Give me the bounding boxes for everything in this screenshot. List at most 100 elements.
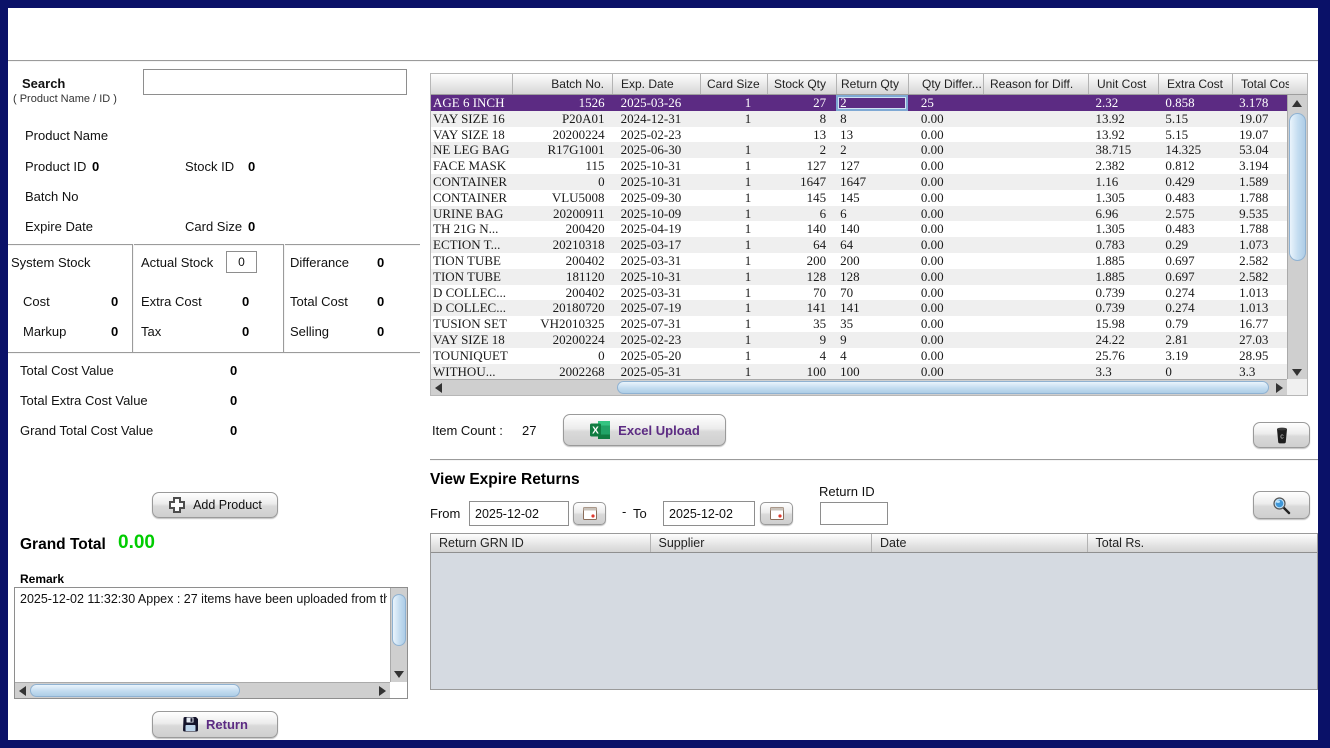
table-cell[interactable]: 13	[767, 127, 836, 143]
actual-stock-input[interactable]	[226, 251, 257, 273]
table-cell[interactable]: 2.575	[1157, 206, 1231, 222]
remark-horizontal-scrollbar[interactable]	[15, 682, 390, 698]
table-cell[interactable]: 2025-10-09	[613, 206, 701, 222]
table-row[interactable]: AGE 6 INCH15262025-03-261272252.320.8583…	[431, 95, 1287, 111]
table-cell[interactable]: 28.95	[1231, 348, 1287, 364]
table-cell[interactable]: 200	[836, 253, 908, 269]
table-cell[interactable]	[983, 300, 1088, 316]
table-cell[interactable]: 100	[836, 364, 908, 380]
return-button[interactable]: Return	[152, 711, 278, 738]
table-cell[interactable]: 1.788	[1231, 221, 1287, 237]
table-cell[interactable]: VAY SIZE 18	[431, 332, 513, 348]
table-cell[interactable]: 1647	[836, 174, 908, 190]
table-cell[interactable]: 1.885	[1087, 269, 1157, 285]
table-cell[interactable]: 2025-04-19	[613, 221, 701, 237]
table-cell[interactable]: 19.07	[1231, 111, 1287, 127]
table-cell[interactable]: 13.92	[1087, 111, 1157, 127]
table-cell[interactable]: 3.3	[1087, 364, 1157, 380]
table-cell[interactable]: 1.013	[1231, 285, 1287, 301]
table-cell[interactable]: 20200911	[513, 206, 613, 222]
scrollbar-thumb[interactable]	[30, 684, 240, 697]
table-row[interactable]: TOUNIQUET02025-05-201440.0025.763.1928.9…	[431, 348, 1287, 364]
table-cell[interactable]: 0	[513, 174, 613, 190]
column-header[interactable]: Supplier	[651, 534, 873, 552]
table-cell[interactable]: 13	[836, 127, 908, 143]
table-cell[interactable]: 2024-12-31	[613, 111, 701, 127]
table-cell[interactable]: 2025-03-31	[613, 285, 701, 301]
table-cell[interactable]: 200420	[513, 221, 613, 237]
table-cell[interactable]	[983, 316, 1088, 332]
table-cell[interactable]: 200402	[513, 285, 613, 301]
table-cell[interactable]: 25.76	[1087, 348, 1157, 364]
table-cell[interactable]: 0.00	[908, 142, 983, 158]
table-cell[interactable]: 70	[836, 285, 908, 301]
column-header[interactable]: Return GRN ID	[431, 534, 651, 552]
table-cell[interactable]: 0.429	[1157, 174, 1231, 190]
table-cell[interactable]: URINE BAG	[431, 206, 513, 222]
table-cell[interactable]: 0.00	[908, 253, 983, 269]
table-cell[interactable]: 2025-02-23	[613, 332, 701, 348]
clear-button[interactable]: c	[1253, 422, 1310, 448]
table-cell[interactable]: 1	[700, 269, 767, 285]
table-cell[interactable]: 1.305	[1087, 221, 1157, 237]
table-cell[interactable]: AGE 6 INCH	[431, 95, 513, 111]
table-cell[interactable]: 1.16	[1087, 174, 1157, 190]
table-cell[interactable]: 0.00	[908, 158, 983, 174]
table-cell[interactable]	[983, 127, 1088, 143]
table-cell[interactable]: 9.535	[1231, 206, 1287, 222]
table-cell[interactable]: 6.96	[1087, 206, 1157, 222]
table-cell[interactable]: 4	[836, 348, 908, 364]
column-header[interactable]: Exp. Date	[613, 74, 701, 94]
table-cell[interactable]: 0	[513, 348, 613, 364]
table-row[interactable]: URINE BAG202009112025-10-091660.006.962.…	[431, 206, 1287, 222]
table-cell[interactable]: 15.98	[1087, 316, 1157, 332]
return-id-input[interactable]	[820, 502, 888, 525]
table-cell[interactable]: D COLLEC...	[431, 285, 513, 301]
table-cell[interactable]: ECTION T...	[431, 237, 513, 253]
table-cell[interactable]: 20180720	[513, 300, 613, 316]
table-cell[interactable]	[983, 348, 1088, 364]
table-cell[interactable]: 1	[700, 206, 767, 222]
scroll-left-icon[interactable]	[435, 383, 442, 393]
table-cell[interactable]: 2.382	[1087, 158, 1157, 174]
table-cell[interactable]: 35	[767, 316, 836, 332]
table-cell[interactable]: 2025-07-19	[613, 300, 701, 316]
column-header[interactable]: Total Rs.	[1088, 534, 1317, 552]
table-cell[interactable]: 24.22	[1087, 332, 1157, 348]
table-cell[interactable]: 200	[767, 253, 836, 269]
table-horizontal-scrollbar[interactable]	[431, 379, 1287, 395]
table-cell[interactable]: 3.194	[1231, 158, 1287, 174]
column-header[interactable]: Qty Differ...	[909, 74, 984, 94]
table-cell[interactable]: 0.697	[1157, 269, 1231, 285]
table-cell[interactable]: 0.29	[1157, 237, 1231, 253]
remark-box[interactable]: 2025-12-02 11:32:30 Appex : 27 items hav…	[14, 587, 408, 699]
table-cell[interactable]	[983, 332, 1088, 348]
table-cell[interactable]: 200402	[513, 253, 613, 269]
add-product-button[interactable]: Add Product	[152, 492, 278, 518]
table-cell[interactable]: R17G1001	[513, 142, 613, 158]
table-vertical-scrollbar[interactable]	[1287, 95, 1307, 381]
scroll-down-icon[interactable]	[394, 671, 404, 678]
table-cell[interactable]: 1.589	[1231, 174, 1287, 190]
table-cell[interactable]: 2.32	[1087, 95, 1157, 111]
table-cell[interactable]: 145	[836, 190, 908, 206]
table-cell[interactable]: 0.79	[1157, 316, 1231, 332]
table-cell[interactable]: 14.325	[1157, 142, 1231, 158]
table-cell[interactable]: 9	[836, 332, 908, 348]
table-cell[interactable]: 1	[700, 237, 767, 253]
table-cell[interactable]: 141	[767, 300, 836, 316]
table-cell[interactable]: 3.19	[1157, 348, 1231, 364]
table-cell[interactable]: 5.15	[1157, 127, 1231, 143]
table-cell[interactable]: 5.15	[1157, 111, 1231, 127]
table-cell[interactable]: 2	[836, 142, 908, 158]
table-cell[interactable]: FACE MASK	[431, 158, 513, 174]
table-cell[interactable]: 35	[836, 316, 908, 332]
table-row[interactable]: CONTAINER02025-10-311164716470.001.160.4…	[431, 174, 1287, 190]
table-cell[interactable]: 16.77	[1231, 316, 1287, 332]
table-cell[interactable]	[983, 142, 1088, 158]
from-calendar-button[interactable]	[573, 502, 606, 525]
table-row[interactable]: D COLLEC...201807202025-07-1911411410.00…	[431, 300, 1287, 316]
table-cell[interactable]: 2025-07-31	[613, 316, 701, 332]
table-cell[interactable]	[983, 221, 1088, 237]
table-cell[interactable]: 1.073	[1231, 237, 1287, 253]
